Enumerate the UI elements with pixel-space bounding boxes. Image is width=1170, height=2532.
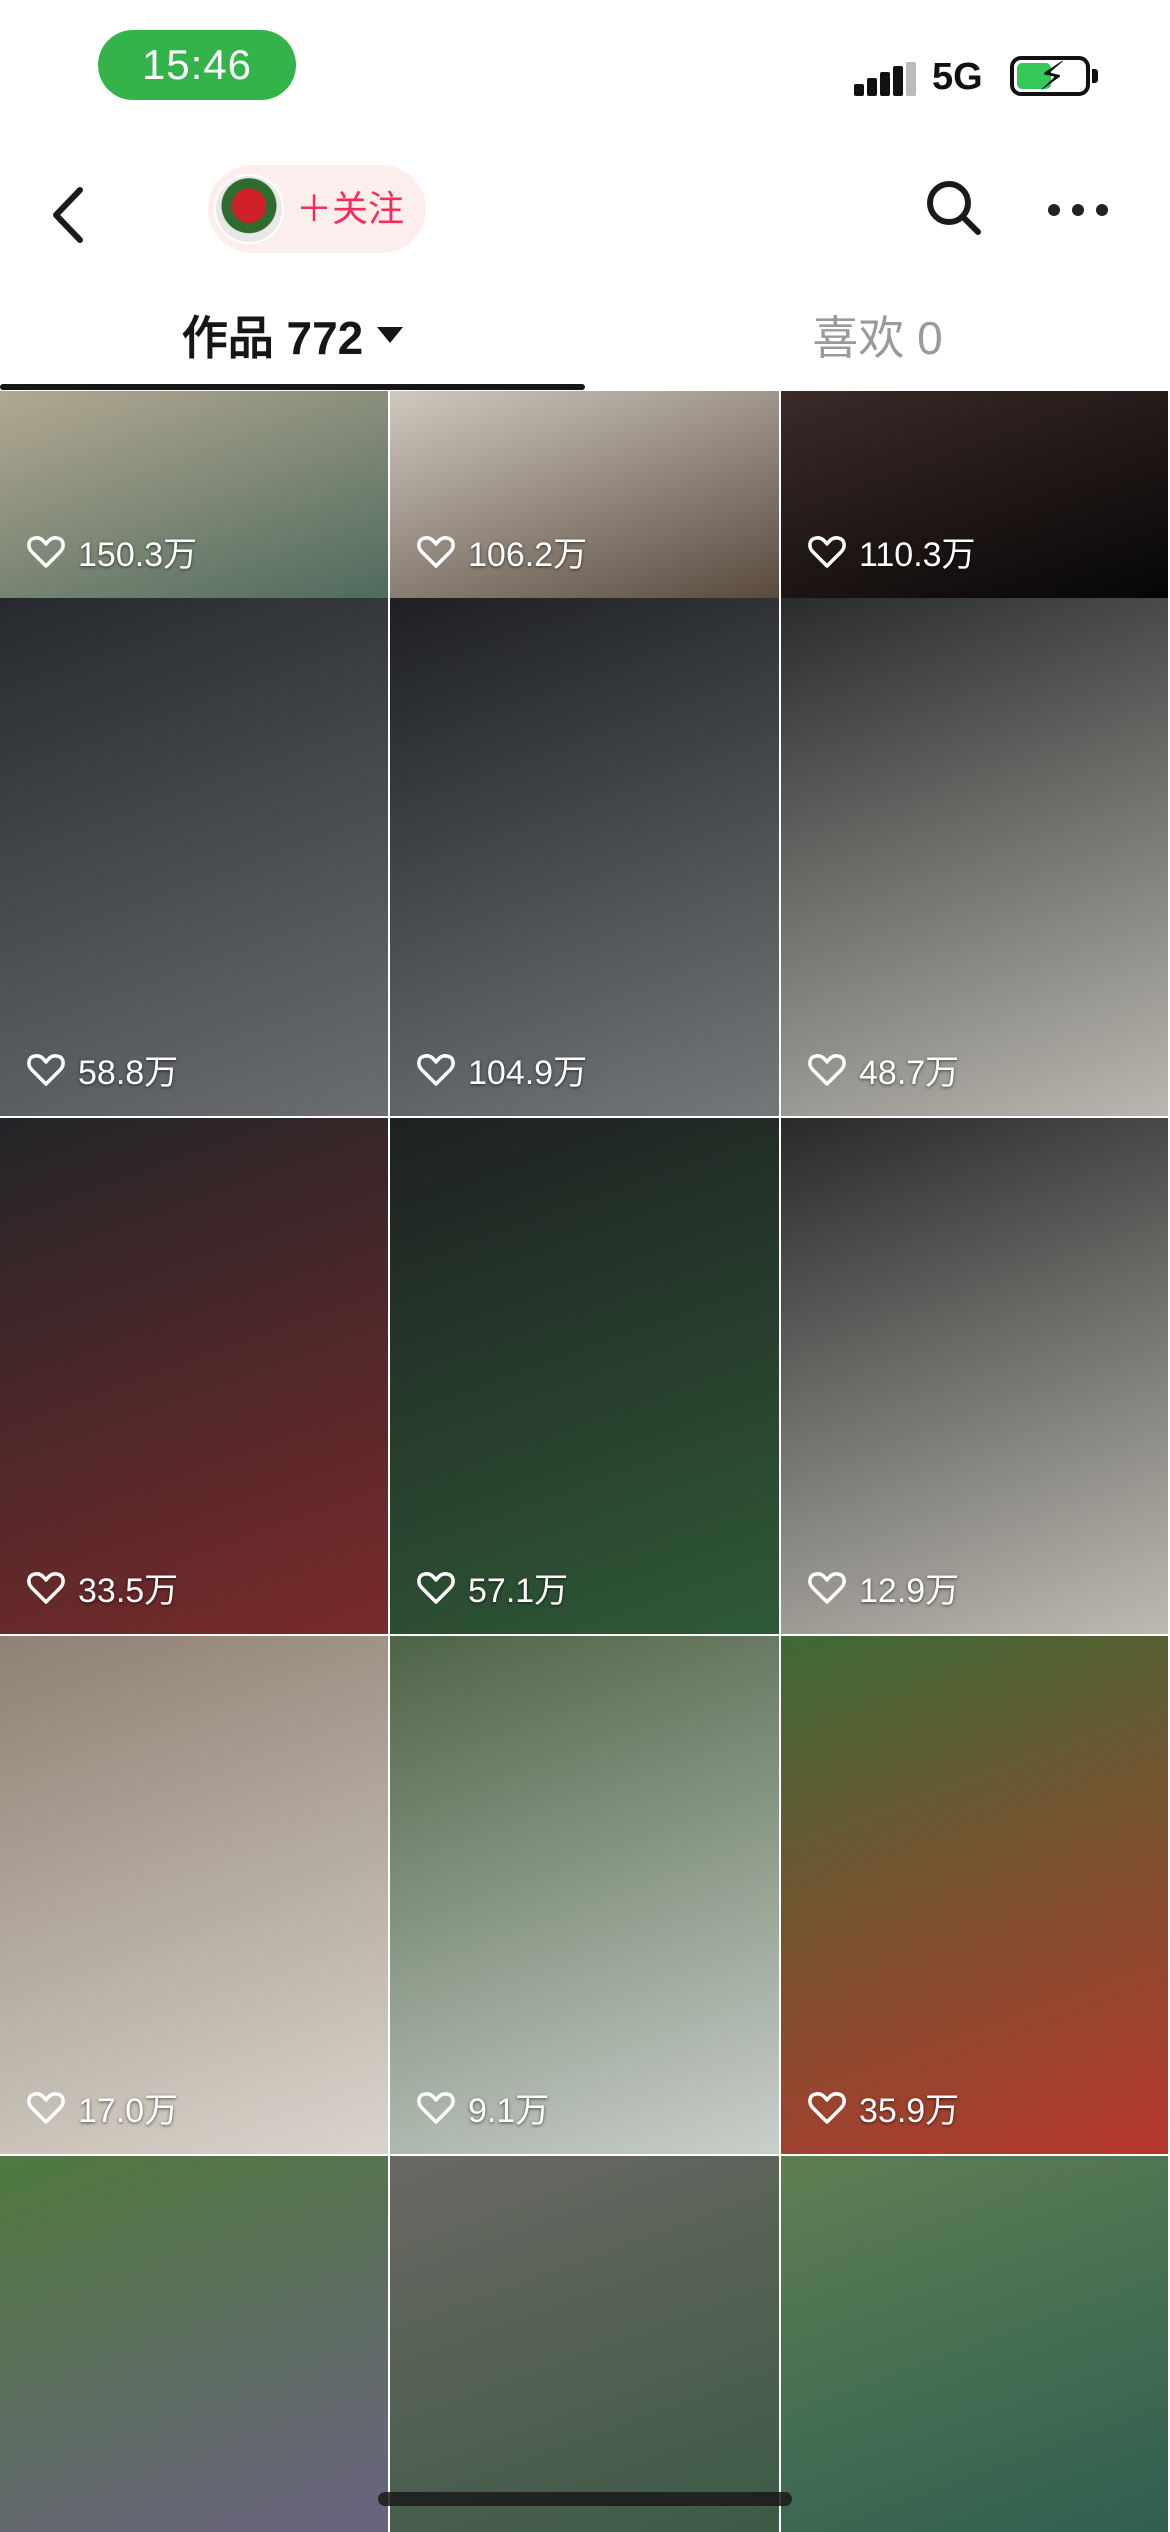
like-count-label: 9.1万: [468, 2092, 550, 2130]
video-thumbnail[interactable]: 104.9万: [390, 598, 779, 1116]
like-count: 58.8万: [26, 1045, 178, 1094]
like-count-label: 58.8万: [78, 1054, 179, 1092]
like-count-label: 17.0万: [78, 2092, 179, 2130]
heart-icon: [417, 2091, 455, 2124]
video-thumbnail[interactable]: [390, 2156, 779, 2532]
network-type: 5G: [932, 56, 983, 98]
like-count-label: 57.1万: [468, 1572, 569, 1610]
follow-label: ＋关注: [296, 188, 405, 229]
heart-icon: [417, 1053, 455, 1086]
like-count: 35.9万: [807, 2083, 959, 2132]
like-count: 110.3万: [807, 527, 976, 576]
like-count-label: 48.7万: [859, 1054, 960, 1092]
video-thumbnail[interactable]: 33.5万: [0, 1118, 388, 1634]
avatar[interactable]: [214, 174, 284, 244]
heart-icon: [808, 1053, 846, 1086]
video-thumbnail[interactable]: [781, 2156, 1168, 2532]
tab-works-label: 作品 772: [181, 312, 364, 364]
video-thumbnail[interactable]: 48.7万: [781, 598, 1168, 1116]
like-count-label: 33.5万: [78, 1572, 179, 1610]
tab-likes-label: 喜欢 0: [812, 312, 943, 364]
like-count-label: 35.9万: [859, 2092, 960, 2130]
heart-icon: [27, 535, 65, 568]
video-thumbnail[interactable]: 106.2万: [390, 391, 779, 598]
video-thumbnail[interactable]: 58.8万: [0, 598, 388, 1116]
heart-icon: [27, 2091, 65, 2124]
like-count: 150.3万: [26, 527, 197, 576]
like-count-label: 150.3万: [78, 536, 198, 574]
video-grid: 150.3万 106.2万 110.3万 58.8万 104.9万 48.7万 33.5万 5…: [0, 391, 1170, 2532]
follow-button[interactable]: ＋关注: [208, 165, 426, 253]
like-count: 104.9万: [416, 1045, 587, 1094]
home-indicator: [378, 2492, 792, 2506]
video-thumbnail[interactable]: 110.3万: [781, 391, 1168, 598]
like-count: 17.0万: [26, 2083, 178, 2132]
like-count-label: 12.9万: [859, 1572, 960, 1610]
video-thumbnail[interactable]: 57.1万: [390, 1118, 779, 1634]
tab-likes[interactable]: 喜欢 0: [585, 280, 1170, 390]
search-icon[interactable]: [922, 176, 986, 240]
profile-tabs: 作品 772 喜欢 0: [0, 280, 1170, 390]
battery-charging-icon: ⚡: [1010, 55, 1098, 99]
video-thumbnail[interactable]: 150.3万: [0, 391, 388, 598]
profile-nav-bar: ＋关注: [0, 140, 1170, 280]
status-bar: 15:46 5G ⚡: [0, 0, 1170, 140]
like-count: 12.9万: [807, 1563, 959, 1612]
heart-icon: [417, 1571, 455, 1604]
heart-icon: [808, 2091, 846, 2124]
heart-icon: [808, 1571, 846, 1604]
like-count: 33.5万: [26, 1563, 178, 1612]
active-tab-indicator: [0, 384, 585, 390]
video-thumbnail[interactable]: 9.1万: [390, 1636, 779, 2154]
heart-icon: [417, 535, 455, 568]
video-thumbnail[interactable]: 12.9万: [781, 1118, 1168, 1634]
dropdown-caret-icon: [377, 327, 404, 343]
like-count: 9.1万: [416, 2083, 549, 2132]
cellular-signal-icon: [854, 62, 916, 96]
tab-works[interactable]: 作品 772: [0, 280, 585, 390]
video-thumbnail[interactable]: [0, 2156, 388, 2532]
status-time: 15:46: [98, 30, 296, 100]
heart-icon: [27, 1571, 65, 1604]
more-icon[interactable]: [1046, 200, 1110, 220]
like-count-label: 104.9万: [468, 1054, 588, 1092]
heart-icon: [27, 1053, 65, 1086]
like-count: 57.1万: [416, 1563, 568, 1612]
like-count: 48.7万: [807, 1045, 959, 1094]
like-count: 106.2万: [416, 527, 587, 576]
heart-icon: [808, 535, 846, 568]
like-count-label: 106.2万: [468, 536, 588, 574]
video-thumbnail[interactable]: 35.9万: [781, 1636, 1168, 2154]
video-thumbnail[interactable]: 17.0万: [0, 1636, 388, 2154]
back-arrow-icon[interactable]: [44, 180, 94, 250]
like-count-label: 110.3万: [859, 536, 976, 574]
